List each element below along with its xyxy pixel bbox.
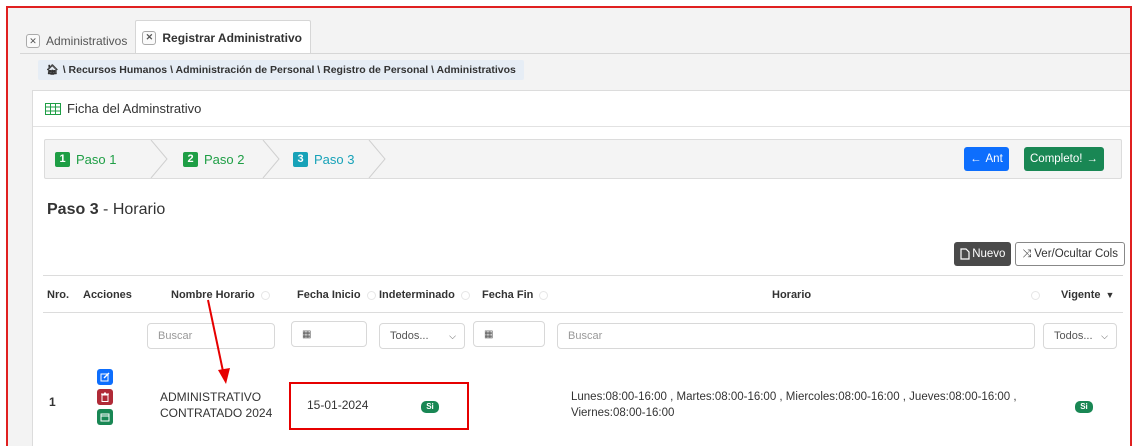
annotation-arrow (207, 299, 230, 384)
app-frame: ✕ Administrativos ✕ Registrar Administra… (6, 6, 1132, 446)
